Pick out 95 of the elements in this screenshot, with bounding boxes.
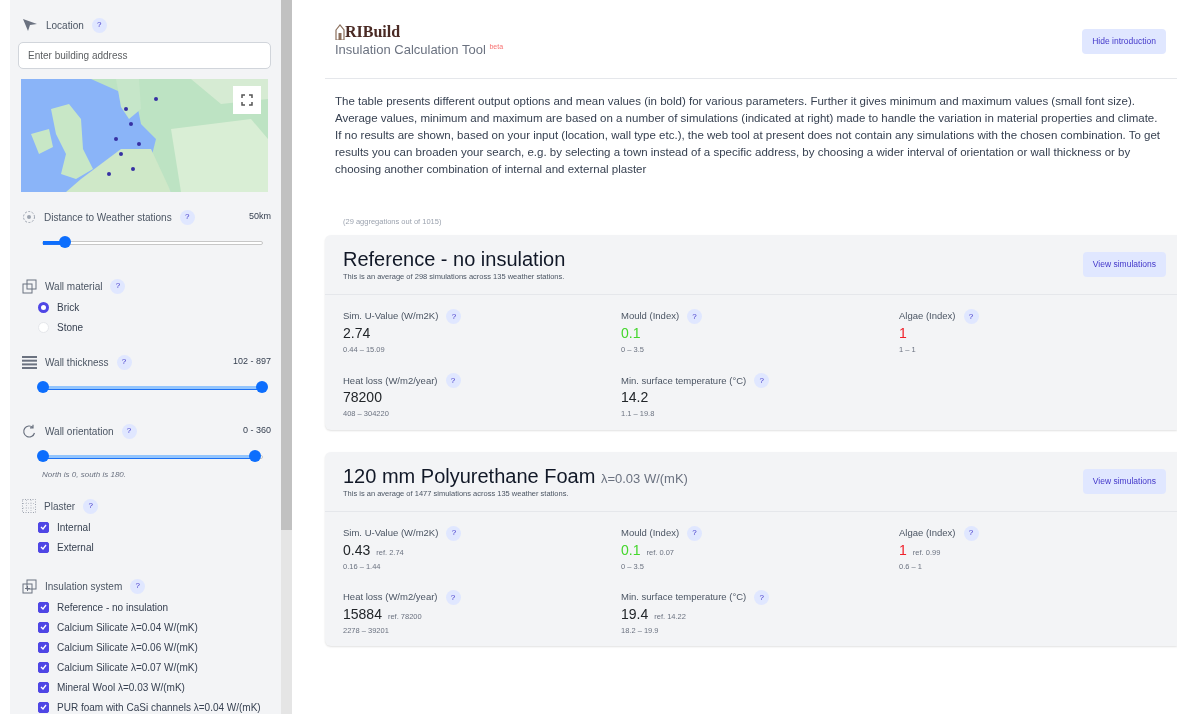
section-title: Distance to Weather stations: [44, 210, 172, 225]
metric-value: 78200: [343, 389, 382, 406]
add-icon: [22, 578, 37, 594]
lines-icon: [22, 355, 37, 369]
metric-value: 19.4: [621, 606, 649, 622]
checkbox[interactable]: [38, 701, 49, 713]
option-label[interactable]: Calcium Silicate λ=0.06 W/(mK): [57, 639, 198, 655]
metric-value: 0.1: [621, 325, 641, 341]
metric-label: Sim. U-Value (W/m2K): [343, 526, 439, 541]
metric-value: 2.74: [343, 325, 371, 341]
option-label[interactable]: Stone: [57, 319, 84, 335]
help-button[interactable]: ?: [754, 590, 770, 605]
logo-text: RIBuild: [345, 24, 401, 40]
value-reading: 0 - 360: [242, 424, 271, 438]
intro-paragraph: Average values, minimum and maximum are based on a number of simulations (indicated at right) made to handle the variation in material properties and climate.: [335, 110, 1159, 126]
help-button[interactable]: ?: [83, 498, 99, 514]
option-label[interactable]: Mineral Wool λ=0.03 W/(mK): [57, 679, 185, 695]
help-button[interactable]: ?: [446, 309, 462, 324]
section-title: Insulation system: [45, 579, 123, 594]
view-simulations-button[interactable]: View simulations: [1082, 252, 1166, 277]
fullscreen-button[interactable]: [233, 86, 261, 114]
metric-label: Sim. U-Value (W/m2K): [343, 309, 439, 324]
metric-value: 1: [899, 541, 907, 558]
house-icon: [335, 24, 345, 40]
hint-text: North is 0, south is 180.: [42, 469, 128, 481]
help-button[interactable]: ?: [116, 354, 132, 370]
option-label[interactable]: Calcium Silicate λ=0.04 W/(mK): [57, 619, 198, 635]
metric-label: Min. surface temperature (°C): [621, 373, 747, 388]
value-reading: 102 - 897: [232, 355, 271, 369]
slider-thumb[interactable]: [37, 381, 49, 393]
result-title: Reference - no insulation: [343, 247, 566, 270]
metric-label: Min. surface temperature (°C): [621, 590, 747, 605]
help-button[interactable]: ?: [446, 525, 462, 541]
address-field[interactable]: Enter building address: [18, 42, 271, 69]
intro-paragraph: The table presents different output options and mean values (in bold) for various parameters. Further it gives minimum and maximum values (small font size).: [335, 93, 1137, 109]
intro-paragraph: If no results are shown, based on your input (location, wall type etc.), the web tool at present does not contain any simulations with the chosen combination. To get results you can broaden your search, e.g. by selecting a town instead of a specific address, by choosing a wider interval of orientation or wall thickness or by choosing another combination of internal and external plaster: [335, 127, 1162, 177]
help-button[interactable]: ?: [687, 525, 703, 541]
grid-icon: [22, 499, 36, 513]
section-title: Plaster: [44, 499, 76, 514]
metric-value: 1: [899, 325, 907, 341]
help-button[interactable]: ?: [963, 525, 979, 541]
option-label[interactable]: External: [57, 539, 94, 555]
metric-value: 15884: [343, 606, 382, 622]
slider-thumb[interactable]: [58, 236, 71, 248]
help-button[interactable]: ?: [179, 209, 195, 225]
checkbox[interactable]: [38, 621, 49, 633]
slider-thumb[interactable]: [37, 450, 49, 462]
option-label[interactable]: PUR foam with CaSi channels λ=0.04 W/(mK): [57, 699, 261, 714]
help-button[interactable]: ?: [445, 373, 461, 389]
metric-label: Algae (Index): [899, 309, 956, 324]
lambda-value: λ=0.03 W/(mK): [600, 470, 688, 486]
section-title: Location: [46, 18, 84, 33]
help-button[interactable]: ?: [445, 590, 461, 605]
metric-value: 0.1: [621, 541, 641, 558]
checkbox[interactable]: [38, 681, 49, 693]
navigation-arrow-icon: [22, 18, 38, 32]
rotate-icon: [22, 423, 37, 439]
metric-value: 14.2: [621, 389, 649, 406]
metric-label: Mould (Index): [621, 309, 680, 324]
checkbox[interactable]: [38, 541, 49, 553]
section-title: Wall material: [45, 279, 103, 294]
copy-icon: [22, 278, 37, 294]
option-label[interactable]: Reference - no insulation: [57, 599, 169, 615]
help-button[interactable]: ?: [121, 423, 137, 439]
value-reading: 50km: [249, 210, 271, 224]
target-icon: [22, 210, 36, 224]
slider-thumb[interactable]: [256, 381, 268, 393]
metric-label: Algae (Index): [899, 526, 956, 541]
option-label[interactable]: Calcium Silicate λ=0.07 W/(mK): [57, 659, 198, 675]
radio-button[interactable]: [38, 301, 49, 313]
checkbox[interactable]: [38, 641, 49, 653]
help-button[interactable]: ?: [754, 373, 770, 389]
metric-label: Heat loss (W/m2/year): [343, 590, 438, 605]
app-title: Insulation Calculation Tool: [335, 42, 486, 57]
result-title: 120 mm Polyurethane Foam: [343, 464, 596, 487]
option-label[interactable]: Brick: [57, 299, 80, 315]
help-button[interactable]: ?: [91, 17, 107, 33]
scrollbar-thumb[interactable]: [281, 0, 292, 530]
section-title: Wall thickness: [45, 355, 109, 370]
view-simulations-button[interactable]: View simulations: [1082, 468, 1166, 494]
metric-label: Mould (Index): [621, 526, 680, 541]
checkbox[interactable]: [38, 661, 49, 673]
metric-label: Heat loss (W/m2/year): [343, 373, 438, 388]
help-button[interactable]: ?: [130, 578, 146, 594]
section-title: Wall orientation: [45, 424, 114, 439]
help-button[interactable]: ?: [963, 309, 979, 324]
help-button[interactable]: ?: [687, 309, 703, 324]
metric-value: 0.43: [343, 541, 371, 558]
option-label[interactable]: Internal: [57, 519, 91, 535]
checkbox[interactable]: [38, 601, 49, 613]
help-button[interactable]: ?: [110, 278, 126, 294]
fullscreen-icon: [241, 94, 253, 106]
hide-introduction-button[interactable]: Hide introduction: [1082, 29, 1166, 55]
slider-thumb[interactable]: [249, 450, 262, 462]
checkbox[interactable]: [38, 521, 49, 533]
